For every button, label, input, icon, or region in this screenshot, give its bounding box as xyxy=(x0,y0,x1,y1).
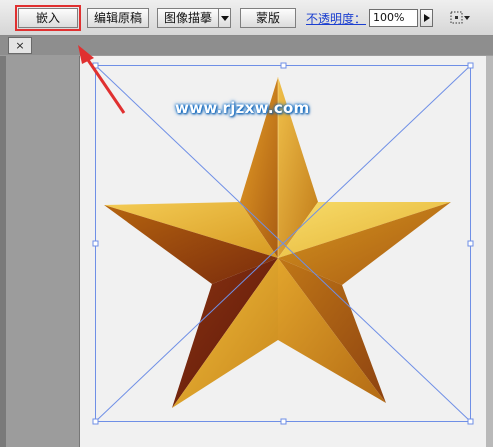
placed-image-artwork xyxy=(78,45,474,425)
gold-star-image xyxy=(104,77,451,408)
annotation-arrow xyxy=(78,45,126,114)
watermark-text: www.rjzxw.com xyxy=(175,99,310,117)
